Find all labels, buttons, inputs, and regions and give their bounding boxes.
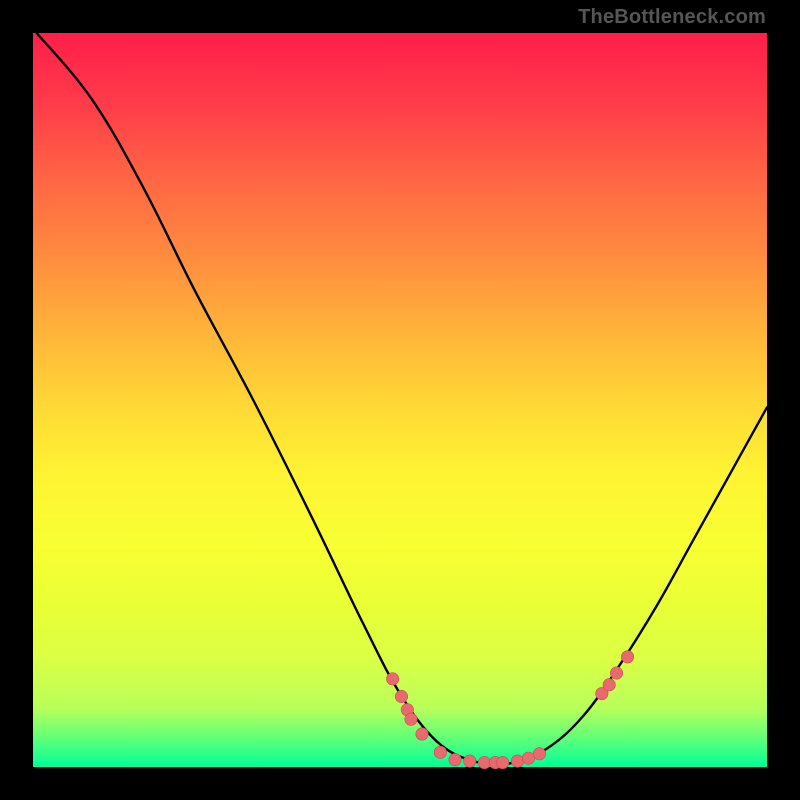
chart-container: TheBottleneck.com xyxy=(0,0,800,800)
data-dot xyxy=(497,756,509,768)
data-dot xyxy=(405,713,417,725)
data-dot xyxy=(621,651,633,663)
data-dot xyxy=(449,753,461,765)
plot-area xyxy=(33,33,767,767)
data-dots xyxy=(386,651,633,769)
chart-svg xyxy=(33,33,767,767)
data-dot xyxy=(395,690,407,702)
data-dot xyxy=(610,667,622,679)
data-dot xyxy=(522,752,534,764)
data-dot xyxy=(386,673,398,685)
data-dot xyxy=(511,755,523,767)
data-dot xyxy=(478,756,490,768)
data-dot xyxy=(416,728,428,740)
attribution-label: TheBottleneck.com xyxy=(578,6,766,29)
data-dot xyxy=(434,746,446,758)
data-dot xyxy=(464,755,476,767)
data-dot xyxy=(533,748,545,760)
data-dot xyxy=(603,679,615,691)
bottleneck-curve xyxy=(37,33,767,765)
